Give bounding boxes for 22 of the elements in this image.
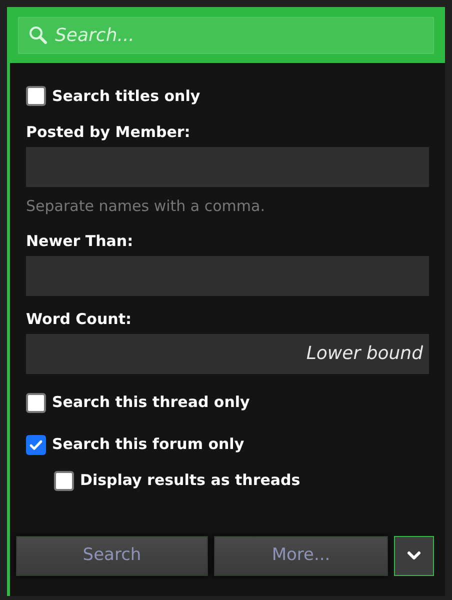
search-field[interactable]: Search... [18, 17, 434, 54]
search-icon [28, 25, 48, 45]
chevron-down-icon [407, 551, 421, 561]
checkbox-label: Search this thread only [52, 392, 250, 414]
checkbox[interactable] [54, 470, 74, 490]
field-label: Posted by Member: [26, 122, 192, 143]
field-label: Word Count: [26, 308, 133, 330]
checkbox[interactable] [26, 434, 46, 454]
dropdown-button[interactable] [394, 536, 434, 576]
input-field[interactable] [26, 147, 429, 187]
more-button[interactable]: More... [214, 536, 388, 576]
checkbox-label: Display results as threads [80, 470, 300, 492]
checkbox-label: Search titles only [52, 86, 200, 107]
checkmark-icon [29, 438, 43, 452]
input-field[interactable] [26, 256, 429, 296]
search-button[interactable]: Search [16, 536, 208, 576]
field-label: Newer Than: [26, 230, 134, 252]
hint-text: Separate names with a comma. [26, 196, 266, 217]
checkbox[interactable] [26, 392, 46, 412]
checkbox[interactable] [26, 86, 46, 106]
checkbox-label: Search this forum only [52, 434, 244, 456]
input-field[interactable]: Lower bound [26, 334, 429, 374]
